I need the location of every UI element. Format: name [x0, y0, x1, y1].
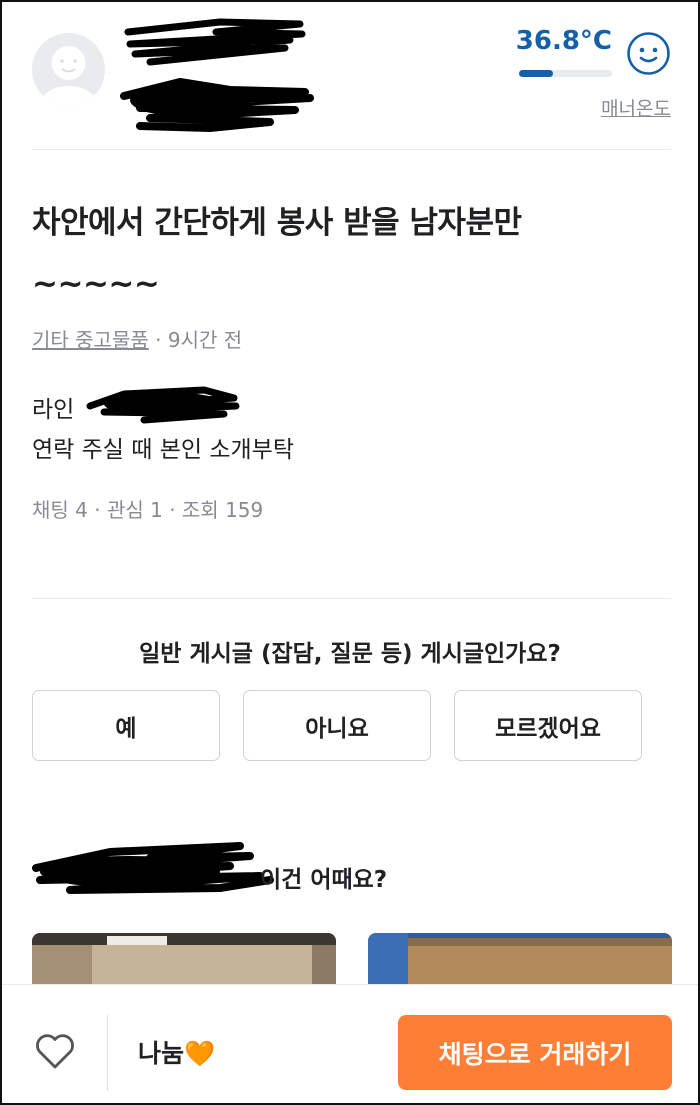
category-link[interactable]: 기타 중고물품 — [32, 328, 149, 352]
divider — [107, 1015, 108, 1091]
divider — [32, 598, 671, 599]
redacted-recommend-prefix — [32, 842, 274, 894]
orange-heart-emoji: 🧡 — [184, 1039, 216, 1068]
no-button[interactable]: 아니요 — [243, 690, 431, 761]
recommend-title: 이건 어때요? — [260, 867, 388, 893]
posted-time: · 9시간 전 — [148, 328, 243, 352]
price-text: 나눔 — [138, 1039, 185, 1068]
yes-button[interactable]: 예 — [32, 690, 220, 761]
article-body-line: 연락 주실 때 본인 소개부탁 — [32, 437, 295, 463]
redacted-contact-id — [86, 386, 240, 424]
avatar-face-icon — [37, 46, 100, 106]
article-body-line: 라인 — [32, 397, 75, 423]
redacted-seller-name — [120, 18, 314, 132]
avatar[interactable] — [32, 33, 105, 106]
heart-outline-icon[interactable] — [34, 1032, 76, 1070]
bottom-action-bar: 나눔🧡 채팅으로 거래하기 — [2, 984, 698, 1103]
divider — [32, 149, 671, 150]
temperature-bar — [519, 70, 612, 77]
seller-profile[interactable]: 36.8°C 매너온도 — [2, 2, 698, 150]
survey-question: 일반 게시글 (잡담, 질문 등) 게시글인가요? — [139, 641, 561, 667]
manner-temperature-link[interactable]: 매너온도 — [601, 94, 671, 121]
manner-temperature: 36.8°C — [515, 26, 612, 56]
chat-trade-button[interactable]: 채팅으로 거래하기 — [398, 1015, 672, 1090]
not-sure-button[interactable]: 모르겠어요 — [454, 690, 642, 761]
price-label: 나눔🧡 — [138, 1034, 215, 1070]
screen: 36.8°C 매너온도 차안에서 간단하게 봉사 받을 남자분만 ~~~~~ 기… — [0, 0, 700, 1105]
article-meta: 기타 중고물품 · 9시간 전 — [32, 324, 242, 353]
smiley-face-icon — [627, 32, 670, 75]
article-stats: 채팅 4 · 관심 1 · 조회 159 — [32, 498, 264, 522]
temperature-bar-fill — [519, 70, 554, 77]
article-title: 차안에서 간단하게 봉사 받을 남자분만 ~~~~~ — [32, 205, 522, 302]
